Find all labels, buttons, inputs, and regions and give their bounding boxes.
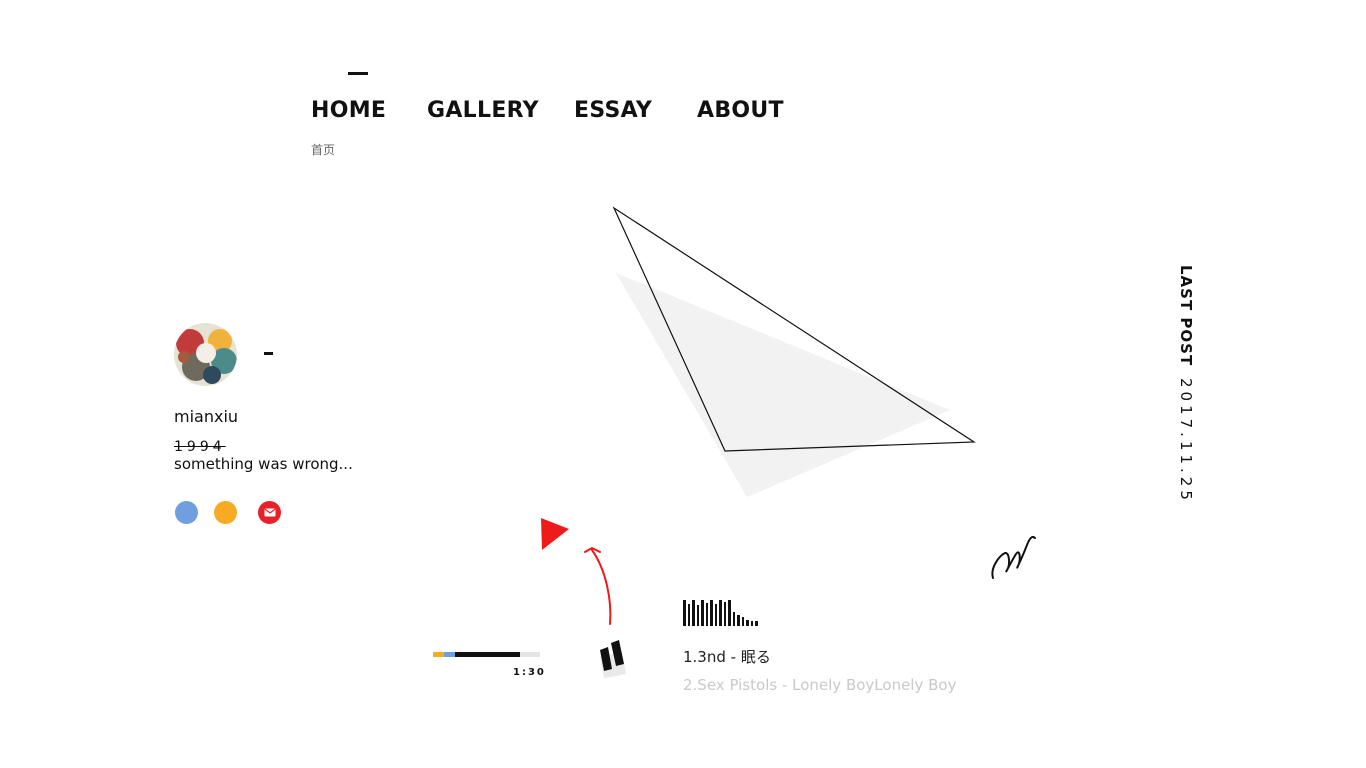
equalizer-bar	[714, 604, 717, 626]
social-link-orange[interactable]	[214, 501, 237, 524]
equalizer-bar	[746, 620, 749, 626]
track-time: 1:30	[513, 667, 546, 678]
nav-active-marker	[348, 72, 368, 75]
progress-fill	[455, 652, 520, 657]
equalizer-bar	[741, 617, 744, 626]
equalizer-bar	[723, 602, 726, 626]
progress-bar[interactable]	[433, 652, 540, 657]
squiggle-decoration	[991, 536, 1036, 579]
bio-text: something was wrong...	[174, 455, 353, 473]
equalizer-bar	[732, 612, 735, 626]
equalizer-icon	[683, 598, 758, 626]
equalizer-bar	[687, 604, 690, 626]
play-icon	[541, 518, 569, 550]
avatar-image	[174, 323, 237, 386]
pause-button[interactable]	[596, 636, 636, 682]
play-button[interactable]	[538, 516, 572, 552]
social-link-mail[interactable]	[258, 501, 281, 524]
arrow-decoration	[584, 547, 612, 625]
equalizer-bar	[719, 600, 722, 626]
progress-segment-orange	[433, 652, 444, 657]
last-post-label: LAST POST	[1177, 265, 1195, 367]
equalizer-bar	[705, 603, 708, 626]
avatar[interactable]	[174, 323, 237, 386]
last-post-date: 2017.11.25	[1177, 378, 1195, 504]
equalizer-bar	[750, 621, 753, 626]
username: mianxiu	[174, 407, 239, 426]
equalizer-bar	[710, 600, 713, 626]
mail-icon	[263, 508, 276, 517]
nav-home[interactable]: HOME	[311, 98, 386, 123]
playlist-track[interactable]: 1.3nd - 眠る	[683, 646, 956, 674]
nav-subtitle: 首页	[311, 143, 336, 157]
progress-segment-blue	[444, 652, 455, 657]
equalizer-bar	[701, 600, 704, 626]
equalizer-bar	[696, 605, 699, 626]
triangle-shadow	[616, 273, 950, 497]
equalizer-bar	[692, 600, 695, 626]
playlist-track[interactable]: 2.Sex Pistols - Lonely BoyLonely Boy	[683, 674, 956, 702]
equalizer-bar	[755, 621, 758, 626]
nav-essay[interactable]: ESSAY	[574, 98, 652, 123]
equalizer-bar	[683, 600, 686, 626]
social-link-blue[interactable]	[175, 501, 198, 524]
page: HOME GALLERY ESSAY ABOUT 首页 mianxiu 1994…	[0, 0, 1366, 768]
avatar-dash	[264, 352, 273, 355]
playlist: 1.3nd - 眠る 2.Sex Pistols - Lonely BoyLon…	[683, 646, 956, 702]
birth-year: 1994	[174, 439, 226, 455]
nav-about[interactable]: ABOUT	[697, 98, 784, 123]
nav-gallery[interactable]: GALLERY	[427, 98, 539, 123]
equalizer-bar	[737, 615, 740, 626]
pause-icon	[600, 640, 626, 678]
last-post[interactable]: LAST POST 2017.11.25	[1177, 265, 1195, 504]
equalizer-bar	[728, 600, 731, 626]
